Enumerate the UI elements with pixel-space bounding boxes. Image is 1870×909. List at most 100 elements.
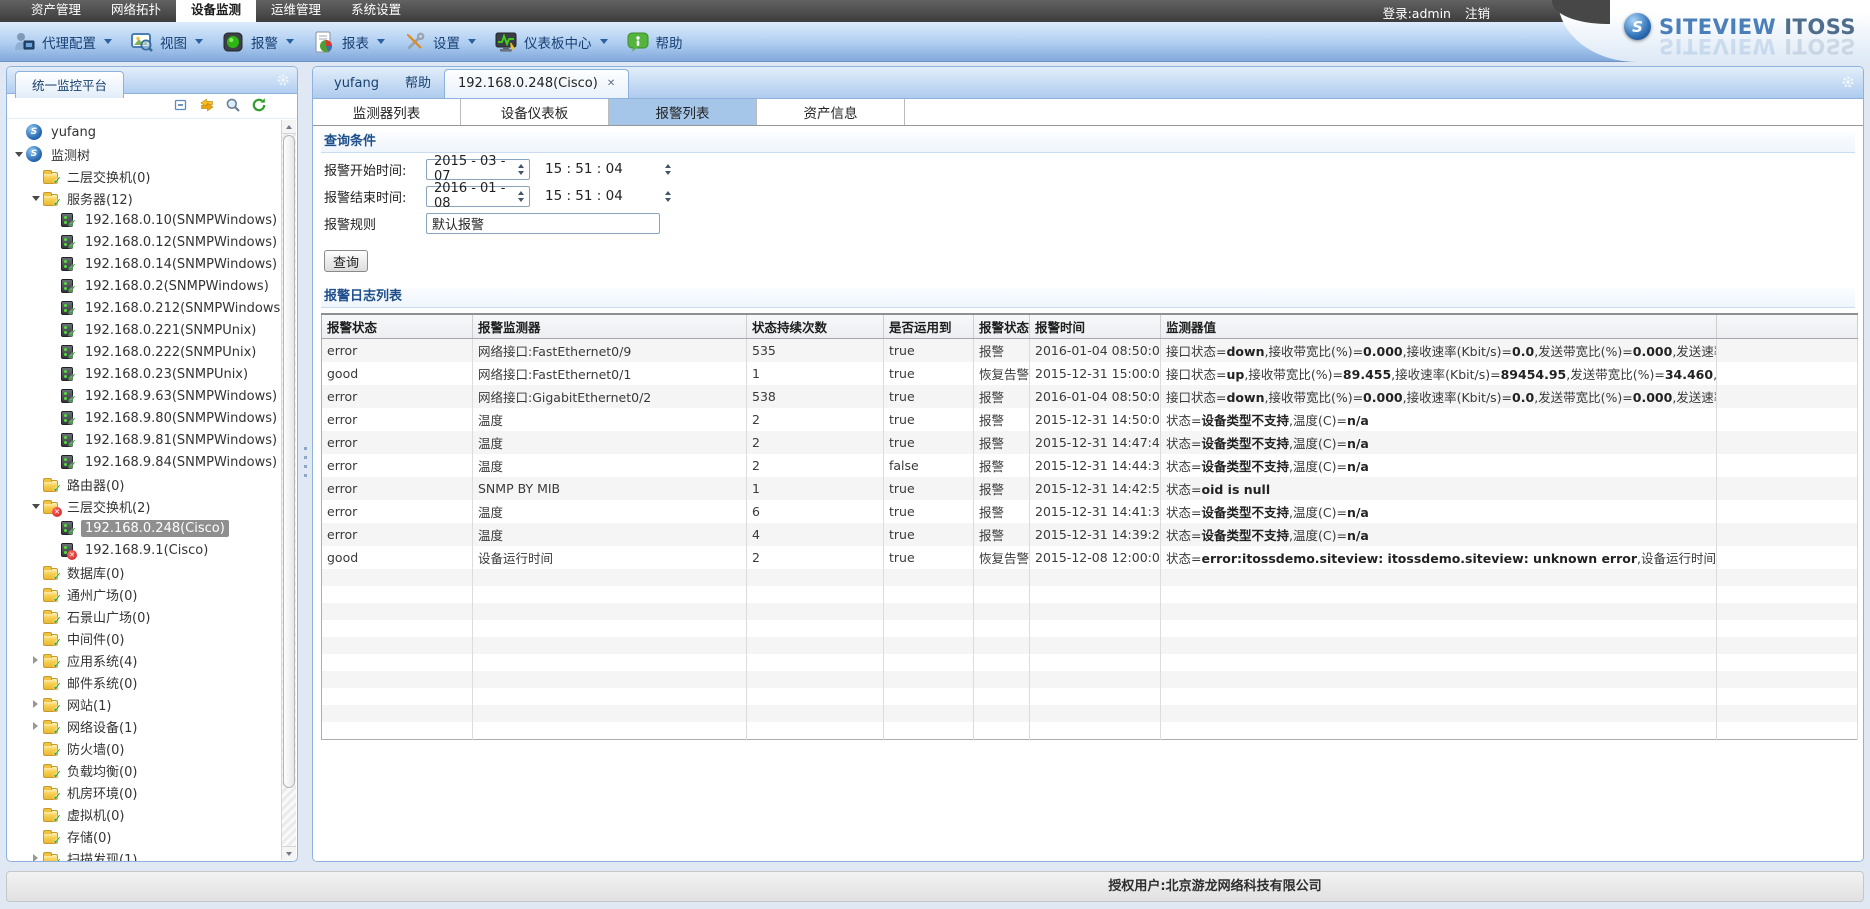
tree-node[interactable]: ✓路由器(0)	[7, 473, 280, 495]
tree-node[interactable]: ✓192.168.9.84(SNMPWindows)	[7, 451, 280, 473]
tab-help[interactable]: 帮助	[392, 66, 444, 98]
tree-node[interactable]: ✓二层交换机(0)	[7, 165, 280, 187]
subtab-asset-info[interactable]: 资产信息	[757, 99, 905, 125]
chevron-down-icon[interactable]	[468, 39, 476, 44]
search-button[interactable]: 查询	[324, 250, 368, 272]
tree-node[interactable]: ✓网络设备(1)	[7, 715, 280, 737]
tree-node[interactable]: ✓192.168.0.23(SNMPUnix)	[7, 363, 280, 385]
expand-arrow-icon[interactable]	[29, 700, 42, 708]
view-button[interactable]: 视图	[124, 27, 215, 57]
table-row[interactable]: error网络接口:GigabitEthernet0/2538true报警201…	[322, 385, 1858, 408]
tree-node[interactable]: ✓192.168.0.248(Cisco)	[7, 517, 280, 539]
column-header[interactable]: 报警时间	[1030, 314, 1161, 339]
menu-item-3[interactable]: 运维管理	[256, 0, 336, 22]
sidebar-tab-monitor-platform[interactable]: 统一监控平台	[15, 71, 124, 98]
subtab-device-dashboard[interactable]: 设备仪表板	[461, 99, 609, 125]
gear-icon[interactable]	[276, 73, 290, 90]
tree-node[interactable]: ✓192.168.0.222(SNMPUnix)	[7, 341, 280, 363]
table-row[interactable]: error温度4true报警2015-12-31 14:39:2状态=设备类型不…	[322, 523, 1858, 546]
tree-node[interactable]: ✓192.168.0.12(SNMPWindows)	[7, 231, 280, 253]
tree-node[interactable]: ✓石景山广场(0)	[7, 605, 280, 627]
table-row[interactable]: good设备运行时间2true恢复告警2015-12-08 12:00:0状态=…	[322, 546, 1858, 569]
table-row[interactable]: error温度2true报警2015-12-31 14:50:0状态=设备类型不…	[322, 408, 1858, 431]
table-row[interactable]: errorSNMP BY MIB1true报警2015-12-31 14:42:…	[322, 477, 1858, 500]
chevron-down-icon[interactable]	[600, 39, 608, 44]
expand-arrow-icon[interactable]	[29, 656, 42, 664]
column-header[interactable]: 报警状态	[974, 314, 1030, 339]
tree-node[interactable]: ✕三层交换机(2)	[7, 495, 280, 517]
menu-item-4[interactable]: 系统设置	[336, 0, 416, 22]
tree-node[interactable]: ✓应用系统(4)	[7, 649, 280, 671]
logout-link[interactable]: 注销	[1465, 3, 1490, 22]
menu-item-2[interactable]: 设备监测	[176, 0, 256, 22]
scrollbar-thumb[interactable]	[283, 135, 295, 788]
table-row[interactable]: error温度2true报警2015-12-31 14:47:4状态=设备类型不…	[322, 431, 1858, 454]
spinner-icon[interactable]	[516, 191, 528, 202]
spinner-icon[interactable]	[661, 164, 674, 175]
subtab-monitor-list[interactable]: 监测器列表	[313, 99, 461, 125]
report-button[interactable]: 报表	[306, 27, 397, 57]
tree-node[interactable]: ✓192.168.9.81(SNMPWindows)	[7, 429, 280, 451]
tree-node[interactable]: ✓邮件系统(0)	[7, 671, 280, 693]
column-header[interactable]: 监测器值	[1161, 314, 1717, 339]
tree-node[interactable]: ✓通州广场(0)	[7, 583, 280, 605]
tree-node[interactable]: ✓防火墙(0)	[7, 737, 280, 759]
alarm-button[interactable]: 报警	[215, 27, 306, 57]
spinner-icon[interactable]	[516, 164, 528, 175]
scroll-up-icon[interactable]	[282, 120, 296, 134]
tree-node[interactable]: ✓机房环境(0)	[7, 781, 280, 803]
close-icon[interactable]: ✕	[607, 79, 615, 89]
search-icon[interactable]	[225, 97, 241, 116]
tree-node[interactable]: ✓扫描发现(1)	[7, 847, 280, 861]
column-header[interactable]: 报警监测器	[473, 314, 747, 339]
agent-config-button[interactable]: 代理配置	[6, 27, 124, 57]
tab-yufang[interactable]: yufang	[321, 70, 392, 98]
tree-node[interactable]: ✓负载均衡(0)	[7, 759, 280, 781]
alarm-rule-input[interactable]	[426, 213, 660, 234]
tree-node[interactable]: ✓192.168.0.2(SNMPWindows)	[7, 275, 280, 297]
dashboard-center-button[interactable]: 仪表板中心	[488, 27, 620, 57]
chevron-down-icon[interactable]	[377, 39, 385, 44]
expand-arrow-icon[interactable]	[12, 152, 25, 157]
tree-node[interactable]: ✓192.168.0.212(SNMPWindows)	[7, 297, 280, 319]
tree-node[interactable]: ✓存储(0)	[7, 825, 280, 847]
tree-node[interactable]: yufang	[7, 121, 280, 143]
tree-node[interactable]: ✓数据库(0)	[7, 561, 280, 583]
table-row[interactable]: good网络接口:FastEthernet0/11true恢复告警2015-12…	[322, 362, 1858, 385]
chevron-down-icon[interactable]	[286, 39, 294, 44]
tree-node[interactable]: ✓192.168.0.14(SNMPWindows)	[7, 253, 280, 275]
scroll-down-icon[interactable]	[282, 846, 296, 860]
column-header[interactable]: 状态持续次数	[747, 314, 884, 339]
refresh-icon[interactable]	[251, 97, 267, 116]
tree-node[interactable]: ✓192.168.0.10(SNMPWindows)	[7, 209, 280, 231]
subtab-alarm-list[interactable]: 报警列表	[609, 99, 757, 125]
collapse-all-icon[interactable]	[173, 97, 189, 116]
expand-arrow-icon[interactable]	[29, 504, 42, 509]
chevron-down-icon[interactable]	[104, 39, 112, 44]
settings-button[interactable]: 设置	[397, 27, 488, 57]
panel-splitter[interactable]	[299, 66, 312, 862]
menu-item-1[interactable]: 网络拓扑	[96, 0, 176, 22]
tree-node[interactable]: ✓192.168.9.63(SNMPWindows)	[7, 385, 280, 407]
column-header[interactable]: 是否运用到	[884, 314, 974, 339]
sync-tree-icon[interactable]	[199, 97, 215, 116]
start-date-field[interactable]: 2015 - 03 - 07	[426, 159, 530, 180]
tree-node[interactable]: ✕192.168.9.1(Cisco)	[7, 539, 280, 561]
tree-node[interactable]: ✓网站(1)	[7, 693, 280, 715]
expand-arrow-icon[interactable]	[29, 196, 42, 201]
tree-node[interactable]: ✓服务器(12)	[7, 187, 280, 209]
table-row[interactable]: error温度2false报警2015-12-31 14:44:3状态=设备类型…	[322, 454, 1858, 477]
table-row[interactable]: error温度6true报警2015-12-31 14:41:3状态=设备类型不…	[322, 500, 1858, 523]
tree-node[interactable]: ✓192.168.0.221(SNMPUnix)	[7, 319, 280, 341]
menu-item-0[interactable]: 资产管理	[16, 0, 96, 22]
gear-icon[interactable]	[1841, 75, 1855, 92]
tree-node[interactable]: ✓192.168.9.80(SNMPWindows)	[7, 407, 280, 429]
expand-arrow-icon[interactable]	[29, 722, 42, 730]
chevron-down-icon[interactable]	[195, 39, 203, 44]
tree-scrollbar[interactable]	[281, 120, 296, 860]
column-header[interactable]: 报警状态	[322, 314, 473, 339]
tab-device-cisco[interactable]: 192.168.0.248(Cisco) ✕	[444, 69, 629, 98]
tree-node[interactable]: ✓中间件(0)	[7, 627, 280, 649]
tree-node[interactable]: 监测树	[7, 143, 280, 165]
end-date-field[interactable]: 2016 - 01 - 08	[426, 186, 530, 207]
